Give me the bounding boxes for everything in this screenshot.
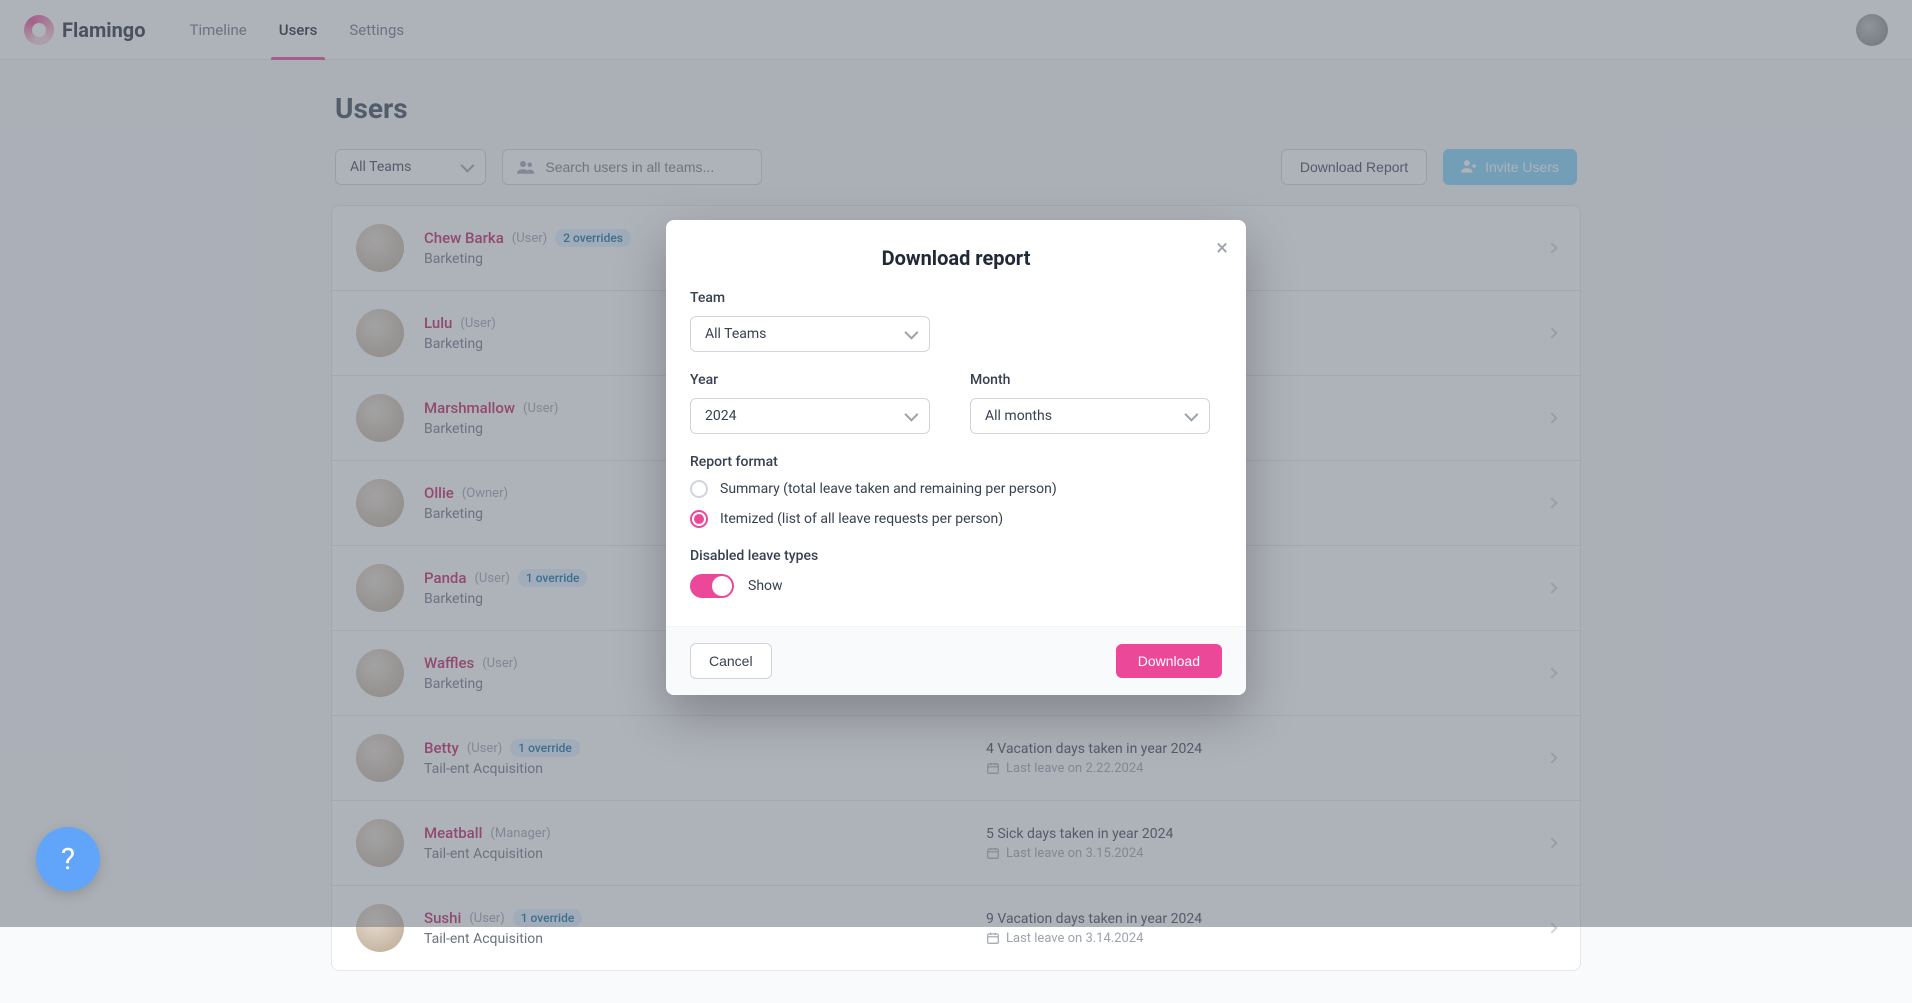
disabled-types-label: Disabled leave types	[690, 548, 1222, 564]
close-icon[interactable]: ×	[1216, 238, 1228, 260]
year-field: Year 2024	[690, 372, 942, 434]
chevron-down-icon	[904, 326, 918, 340]
month-label: Month	[970, 372, 1222, 388]
team-select[interactable]: All Teams	[690, 316, 930, 352]
help-icon: ?	[61, 842, 75, 877]
download-report-modal: Download report × Team All Teams Year 20…	[666, 220, 1246, 695]
format-label: Report format	[690, 454, 1222, 470]
help-button[interactable]: ?	[36, 827, 100, 891]
modal-footer: Cancel Download	[666, 626, 1246, 695]
year-month-row: Year 2024 Month All months	[690, 372, 1222, 454]
team-label: Team	[690, 290, 1222, 306]
modal-overlay[interactable]: Download report × Team All Teams Year 20…	[0, 0, 1912, 927]
format-summary-label: Summary (total leave taken and remaining…	[720, 481, 1057, 497]
year-select[interactable]: 2024	[690, 398, 930, 434]
format-summary-radio[interactable]: Summary (total leave taken and remaining…	[690, 480, 1222, 498]
disabled-toggle-wrap: Show	[690, 574, 1222, 598]
chevron-down-icon	[1184, 408, 1198, 422]
format-field: Report format Summary (total leave taken…	[690, 454, 1222, 528]
disabled-types-field: Disabled leave types Show	[690, 548, 1222, 598]
format-itemized-label: Itemized (list of all leave requests per…	[720, 511, 1003, 527]
year-label: Year	[690, 372, 942, 388]
last-leave: Last leave on 3.14.2024	[986, 931, 1528, 946]
month-field: Month All months	[970, 372, 1222, 434]
radio-icon	[690, 480, 708, 498]
modal-header: Download report ×	[666, 220, 1246, 278]
download-button[interactable]: Download	[1116, 644, 1222, 678]
calendar-icon	[986, 931, 1000, 945]
cancel-button[interactable]: Cancel	[690, 643, 772, 679]
modal-title: Download report	[690, 246, 1222, 270]
team-field: Team All Teams	[690, 290, 1222, 352]
user-team: Tail-ent Acquisition	[424, 931, 966, 947]
year-select-value: 2024	[705, 408, 736, 424]
last-leave-text: Last leave on 3.14.2024	[1006, 931, 1143, 946]
disabled-types-toggle[interactable]	[690, 574, 734, 598]
format-radio-group: Summary (total leave taken and remaining…	[690, 480, 1222, 528]
chevron-down-icon	[904, 408, 918, 422]
month-select[interactable]: All months	[970, 398, 1210, 434]
team-select-value: All Teams	[705, 326, 766, 342]
month-select-value: All months	[985, 408, 1052, 424]
modal-body: Team All Teams Year 2024 Month	[666, 278, 1246, 626]
disabled-toggle-label: Show	[748, 578, 783, 594]
format-itemized-radio[interactable]: Itemized (list of all leave requests per…	[690, 510, 1222, 528]
radio-icon	[690, 510, 708, 528]
